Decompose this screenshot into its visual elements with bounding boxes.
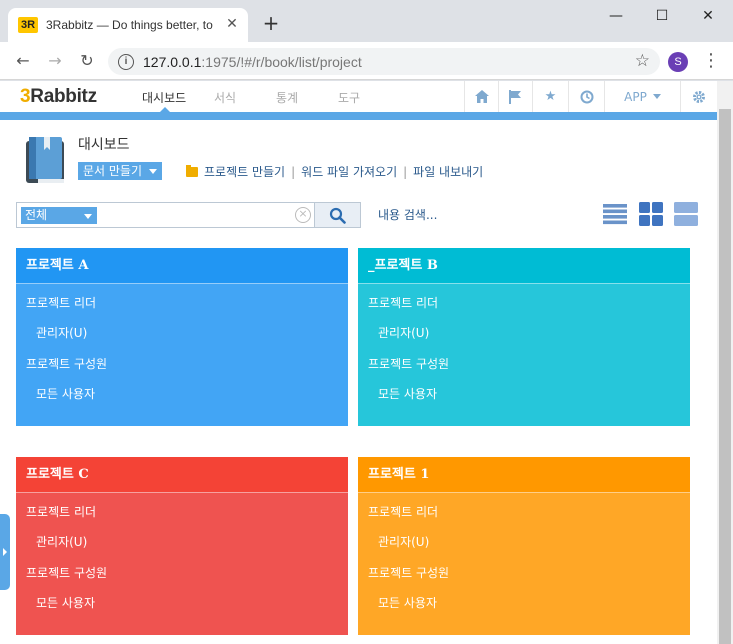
project-leader-value: 관리자(U) xyxy=(36,326,88,340)
sidebar-toggle-handle[interactable] xyxy=(0,514,10,590)
project-leader-label: 프로젝트 리더 xyxy=(368,505,439,519)
project-card-title[interactable]: 프로젝트 C xyxy=(16,457,348,492)
project-members-label: 프로젝트 구성원 xyxy=(368,357,450,371)
book-icon xyxy=(26,137,64,183)
project-members-label: 프로젝트 구성원 xyxy=(26,357,108,371)
app-menu[interactable]: APP xyxy=(604,81,680,112)
project-leader-label: 프로젝트 리더 xyxy=(368,296,439,310)
project-card-body: 프로젝트 리더 관리자(U) 프로젝트 구성원 모든 사용자 xyxy=(358,283,690,426)
content-search-link[interactable]: 내용 검색... xyxy=(378,206,437,223)
history-clock-icon[interactable] xyxy=(568,81,604,112)
project-card-body: 프로젝트 리더 관리자(U) 프로젝트 구성원 모든 사용자 xyxy=(358,492,690,635)
dashboard-header: 대시보드 문서 만들기 프로젝트 만들기 | 워드 파일 가져오기 | 파일 내… xyxy=(0,120,717,200)
browser-menu-icon[interactable]: ⋮ xyxy=(702,50,720,72)
bookmark-star-icon[interactable]: ☆ xyxy=(635,51,650,71)
new-tab-button[interactable]: + xyxy=(260,12,282,34)
nav-templates[interactable]: 서식 xyxy=(214,89,236,106)
project-leader-label: 프로젝트 리더 xyxy=(26,505,97,519)
home-icon[interactable] xyxy=(464,81,498,112)
nav-accent-bar xyxy=(0,112,717,120)
folder-icon xyxy=(186,164,198,177)
search-icon xyxy=(329,207,346,224)
scrollbar-thumb[interactable] xyxy=(719,109,731,644)
project-card[interactable]: 프로젝트 1 프로젝트 리더 관리자(U) 프로젝트 구성원 모든 사용자 xyxy=(358,457,690,635)
page-title: 대시보드 xyxy=(78,137,130,153)
project-card-body: 프로젝트 리더 관리자(U) 프로젝트 구성원 모든 사용자 xyxy=(16,283,348,426)
project-card-title[interactable]: _프로젝트 B xyxy=(358,248,690,283)
back-button[interactable]: ← xyxy=(12,50,34,72)
url-text: 127.0.0.1:1975/!#/r/book/list/project xyxy=(143,53,362,70)
flag-icon[interactable] xyxy=(498,81,532,112)
project-card[interactable]: _프로젝트 B 프로젝트 리더 관리자(U) 프로젝트 구성원 모든 사용자 xyxy=(358,248,690,426)
chevron-down-icon xyxy=(652,94,661,99)
project-card-title[interactable]: 프로젝트 1 xyxy=(358,457,690,492)
project-leader-value: 관리자(U) xyxy=(36,535,88,549)
project-members-value: 모든 사용자 xyxy=(378,596,438,610)
grid-view-icon[interactable] xyxy=(639,202,663,226)
create-project-link[interactable]: 프로젝트 만들기 xyxy=(204,163,285,180)
browser-toolbar: ← → ↻ i 127.0.0.1:1975/!#/r/book/list/pr… xyxy=(0,42,733,80)
create-document-dropdown[interactable]: 문서 만들기 xyxy=(78,162,163,180)
project-card-body: 프로젝트 리더 관리자(U) 프로젝트 구성원 모든 사용자 xyxy=(16,492,348,635)
project-leader-label: 프로젝트 리더 xyxy=(26,296,97,310)
list-view-icon[interactable] xyxy=(603,202,627,226)
maximize-button[interactable]: ☐ xyxy=(652,6,672,26)
project-card-title[interactable]: 프로젝트 A xyxy=(16,248,348,283)
app-navbar: 3Rabbitz 대시보드 서식 통계 도구 ★ APP xyxy=(0,81,717,112)
brand-logo[interactable]: 3Rabbitz xyxy=(20,86,97,108)
app-menu-label: APP xyxy=(624,89,647,104)
project-members-label: 프로젝트 구성원 xyxy=(26,566,108,580)
search-button[interactable] xyxy=(314,202,361,228)
close-tab-icon[interactable]: ✕ xyxy=(224,16,240,32)
project-card[interactable]: 프로젝트 C 프로젝트 리더 관리자(U) 프로젝트 구성원 모든 사용자 xyxy=(16,457,348,635)
project-members-value: 모든 사용자 xyxy=(36,596,96,610)
divider: | xyxy=(291,164,296,179)
browser-tab[interactable]: 3R 3Rabbitz — Do things better, to ✕ xyxy=(8,8,248,42)
project-leader-value: 관리자(U) xyxy=(378,535,430,549)
project-members-value: 모든 사용자 xyxy=(378,387,438,401)
close-window-button[interactable]: ✕ xyxy=(698,6,718,26)
settings-gear-icon[interactable] xyxy=(680,81,717,112)
browser-tabstrip: 3R 3Rabbitz — Do things better, to ✕ + —… xyxy=(0,0,733,42)
clear-search-icon[interactable]: × xyxy=(295,207,311,223)
project-members-value: 모든 사용자 xyxy=(36,387,96,401)
project-members-label: 프로젝트 구성원 xyxy=(368,566,450,580)
minimize-button[interactable]: — xyxy=(606,6,626,26)
search-input[interactable]: 전체 × xyxy=(16,202,316,228)
nav-tools[interactable]: 도구 xyxy=(338,89,360,106)
import-word-link[interactable]: 워드 파일 가져오기 xyxy=(301,163,397,180)
page: 3Rabbitz 대시보드 서식 통계 도구 ★ APP 대시보드 문서 만들기… xyxy=(0,81,717,644)
info-icon[interactable]: i xyxy=(118,53,134,70)
favicon-icon: 3R xyxy=(18,17,38,33)
header-actions: 프로젝트 만들기 | 워드 파일 가져오기 | 파일 내보내기 xyxy=(186,163,483,180)
page-scrollbar[interactable] xyxy=(717,81,733,644)
divider: | xyxy=(403,164,408,179)
favorites-star-icon[interactable]: ★ xyxy=(532,81,568,112)
project-card[interactable]: 프로젝트 A 프로젝트 리더 관리자(U) 프로젝트 구성원 모든 사용자 xyxy=(16,248,348,426)
profile-avatar[interactable]: S xyxy=(668,52,688,72)
reload-button[interactable]: ↻ xyxy=(76,50,98,72)
address-bar[interactable]: i 127.0.0.1:1975/!#/r/book/list/project … xyxy=(108,48,660,75)
nav-dashboard[interactable]: 대시보드 xyxy=(142,89,186,106)
tab-title: 3Rabbitz — Do things better, to xyxy=(46,18,213,32)
forward-button[interactable]: → xyxy=(44,50,66,72)
export-file-link[interactable]: 파일 내보내기 xyxy=(413,163,483,180)
project-leader-value: 관리자(U) xyxy=(378,326,430,340)
search-scope-select[interactable]: 전체 xyxy=(21,207,97,224)
nav-statistics[interactable]: 통계 xyxy=(276,89,298,106)
card-view-icon[interactable] xyxy=(674,202,698,226)
